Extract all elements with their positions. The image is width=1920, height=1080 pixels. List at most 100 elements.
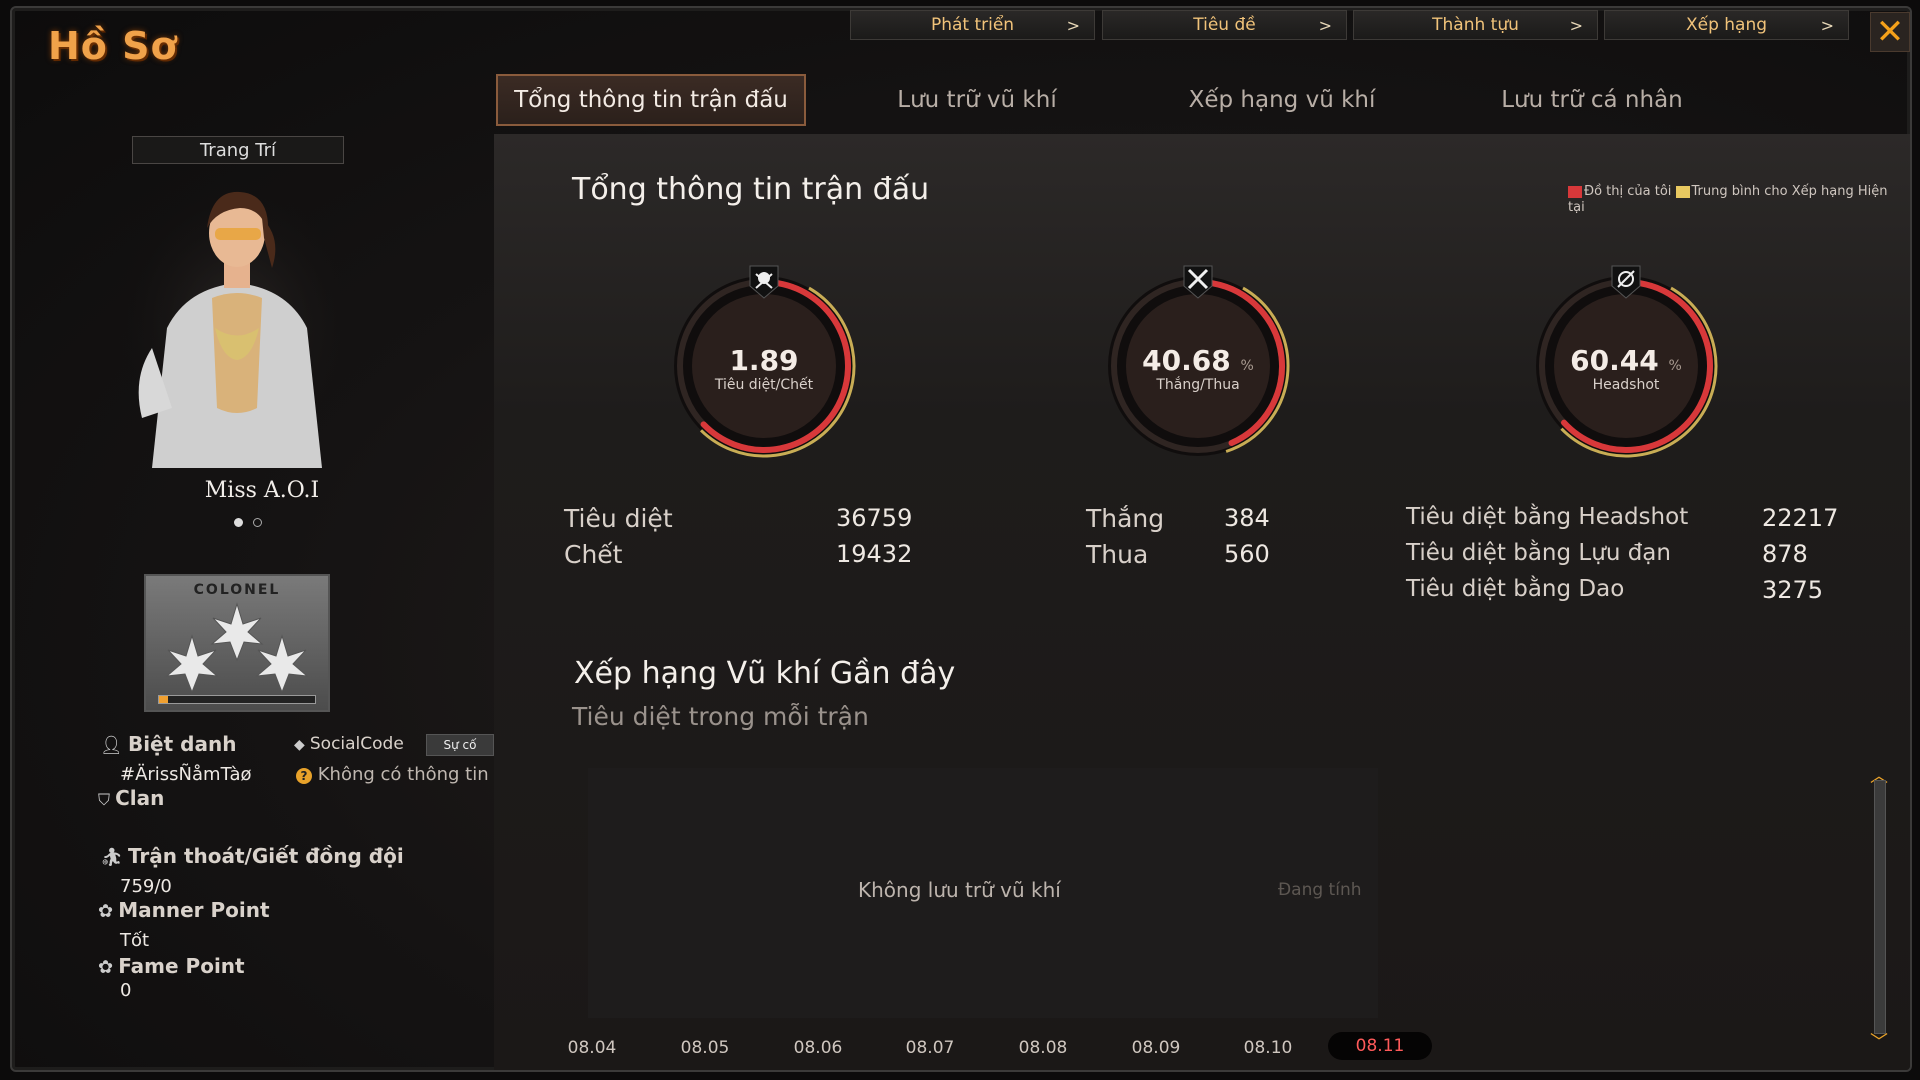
flower-icon: ✿	[98, 957, 114, 978]
socialcode-value-row: ? Không có thông tin	[296, 764, 489, 785]
fame-value: 0	[120, 980, 132, 1001]
nav-achievements-label: Thành tựu	[1432, 15, 1519, 35]
tab-battle-summary[interactable]: Tổng thông tin trận đấu	[496, 74, 806, 126]
star-icon	[165, 602, 309, 694]
stat-headshot-kills-value: 22217	[1762, 504, 1839, 532]
running-man-icon: ⛹︎	[100, 847, 123, 868]
legend-swatch-mine	[1568, 185, 1582, 198]
gauge-win-loss: 40.68 % Thắng/Thua	[1098, 264, 1298, 466]
chevron-right-icon: >	[1066, 15, 1080, 35]
stat-kills-label: Tiêu diệt	[564, 504, 673, 533]
tab-personal-storage[interactable]: Lưu trữ cá nhân	[1442, 74, 1742, 126]
chevron-right-icon: >	[1569, 15, 1583, 35]
clan-label: Clan	[115, 786, 165, 810]
date-tab[interactable]: 08.08	[1003, 1038, 1083, 1058]
fame-row: ✿ Fame Point	[98, 954, 245, 978]
profile-window: Hồ Sơ Phát triển > Tiêu đề > Thành tựu >…	[10, 6, 1912, 1072]
summary-title: Tổng thông tin trận đấu	[572, 172, 930, 207]
date-tab[interactable]: 08.09	[1116, 1038, 1196, 1058]
stat-losses-label: Thua	[1086, 540, 1149, 569]
date-tab[interactable]: 08.07	[890, 1038, 970, 1058]
stat-knife-kills-label: Tiêu diệt bằng Dao	[1406, 576, 1625, 602]
character-name: Miss A.O.I	[204, 478, 320, 503]
manner-label: Manner Point	[118, 898, 270, 922]
stat-kills-value: 36759	[836, 504, 913, 532]
close-icon: ✕	[1875, 12, 1905, 52]
date-tab[interactable]: 08.06	[778, 1038, 858, 1058]
stat-grenade-kills-label: Tiêu diệt bằng Lựu đạn	[1406, 540, 1671, 566]
gauge-hs-unit: %	[1668, 358, 1682, 374]
rank-title: COLONEL	[193, 582, 281, 598]
weapon-ranking-title: Xếp hạng Vũ khí Gần đây	[574, 656, 956, 691]
chart-status: Đang tính	[1278, 880, 1362, 900]
gauge-wl-value: 40.68	[1142, 344, 1231, 377]
nav-ranking[interactable]: Xếp hạng >	[1604, 10, 1849, 40]
tab-weapon-storage[interactable]: Lưu trữ vũ khí	[832, 74, 1122, 126]
legend-mine-label: Đồ thị của tôi	[1584, 184, 1672, 199]
crosshair-icon	[1610, 264, 1642, 300]
nav-titles[interactable]: Tiêu đề >	[1102, 10, 1347, 40]
gauge-wl-unit: %	[1240, 358, 1254, 374]
escape-label: Trận thoát/Giết đồng đội	[127, 844, 404, 868]
nickname-value: #ÄrissÑåmTàø	[120, 764, 252, 785]
window-title: Hồ Sơ	[48, 24, 178, 68]
report-button[interactable]: Sự cố	[426, 734, 494, 756]
weapon-ranking-chart: Không lưu trữ vũ khí Đang tính	[588, 768, 1378, 1018]
scrollbar[interactable]	[1874, 780, 1886, 1034]
gauge-headshot: 60.44 % Headshot	[1526, 264, 1726, 466]
fame-label: Fame Point	[118, 954, 245, 978]
question-icon: ?	[296, 768, 312, 784]
nav-titles-label: Tiêu đề	[1193, 15, 1256, 35]
stat-knife-kills-value: 3275	[1762, 576, 1824, 604]
stat-deaths-value: 19432	[836, 540, 913, 568]
gauge-hs-value: 60.44	[1570, 344, 1659, 377]
nav-development[interactable]: Phát triển >	[850, 10, 1095, 40]
date-tab[interactable]: 08.10	[1228, 1038, 1308, 1058]
stat-grenade-kills-value: 878	[1762, 540, 1808, 568]
manner-value: Tốt	[120, 930, 150, 951]
pager-dot[interactable]	[234, 518, 243, 527]
crossed-swords-icon	[1182, 264, 1214, 300]
portrait-pager[interactable]	[234, 518, 284, 527]
nav-development-label: Phát triển	[930, 15, 1015, 35]
nav-achievements[interactable]: Thành tựu >	[1353, 10, 1598, 40]
socialcode-label: SocialCode	[309, 734, 404, 754]
flower-icon: ✿	[98, 901, 114, 922]
gauge-kill-death: 1.89 Tiêu diệt/Chết	[664, 264, 864, 466]
nickname-label: Biệt danh	[127, 732, 237, 756]
nickname-row: 👤︎ Biệt danh	[100, 732, 236, 756]
socialcode-row: ◆ SocialCode	[294, 734, 404, 754]
close-button[interactable]: ✕	[1870, 12, 1910, 52]
weapon-ranking-subtitle: Tiêu diệt trong mỗi trận	[572, 702, 869, 731]
skull-crossbones-icon	[748, 264, 780, 300]
date-tab[interactable]: 08.04	[552, 1038, 632, 1058]
tab-weapon-ranking[interactable]: Xếp hạng vũ khí	[1132, 74, 1432, 126]
chevron-right-icon: >	[1318, 15, 1332, 35]
chevron-right-icon: >	[1820, 15, 1834, 35]
gauge-hs-label: Headshot	[1592, 377, 1660, 393]
clan-row: ⛉ Clan	[98, 786, 164, 810]
stat-deaths-label: Chết	[564, 540, 623, 569]
manner-row: ✿ Manner Point	[98, 898, 270, 922]
nav-ranking-label: Xếp hạng	[1685, 15, 1768, 35]
stat-wins-label: Thắng	[1086, 504, 1165, 533]
stat-wins-value: 384	[1224, 504, 1270, 532]
user-icon: 👤︎	[100, 735, 123, 756]
rank-badge: COLONEL	[144, 574, 330, 712]
tag-icon: ◆	[294, 737, 305, 753]
decorate-button[interactable]: Trang Trí	[132, 136, 344, 164]
stat-headshot-kills-label: Tiêu diệt bằng Headshot	[1406, 504, 1689, 530]
date-tab[interactable]: 08.05	[665, 1038, 745, 1058]
gauge-kd-value: 1.89	[729, 344, 799, 377]
gauge-wl-label: Thắng/Thua	[1156, 377, 1240, 393]
scroll-down-icon[interactable]: ﹀	[1870, 1028, 1888, 1054]
pager-dot[interactable]	[253, 518, 262, 527]
gauge-kd-label: Tiêu diệt/Chết	[714, 377, 814, 393]
escape-row: ⛹︎ Trận thoát/Giết đồng đội	[100, 844, 404, 868]
date-tab-selected[interactable]: 08.11	[1328, 1032, 1432, 1060]
legend-swatch-avg	[1675, 185, 1690, 198]
socialcode-value: Không có thông tin	[317, 764, 489, 785]
chart-empty-message: Không lưu trữ vũ khí	[858, 878, 1061, 902]
chart-legend: Đồ thị của tôi Trung bình cho Xếp hạng H…	[1568, 184, 1888, 216]
rank-progress-bar	[158, 695, 316, 704]
